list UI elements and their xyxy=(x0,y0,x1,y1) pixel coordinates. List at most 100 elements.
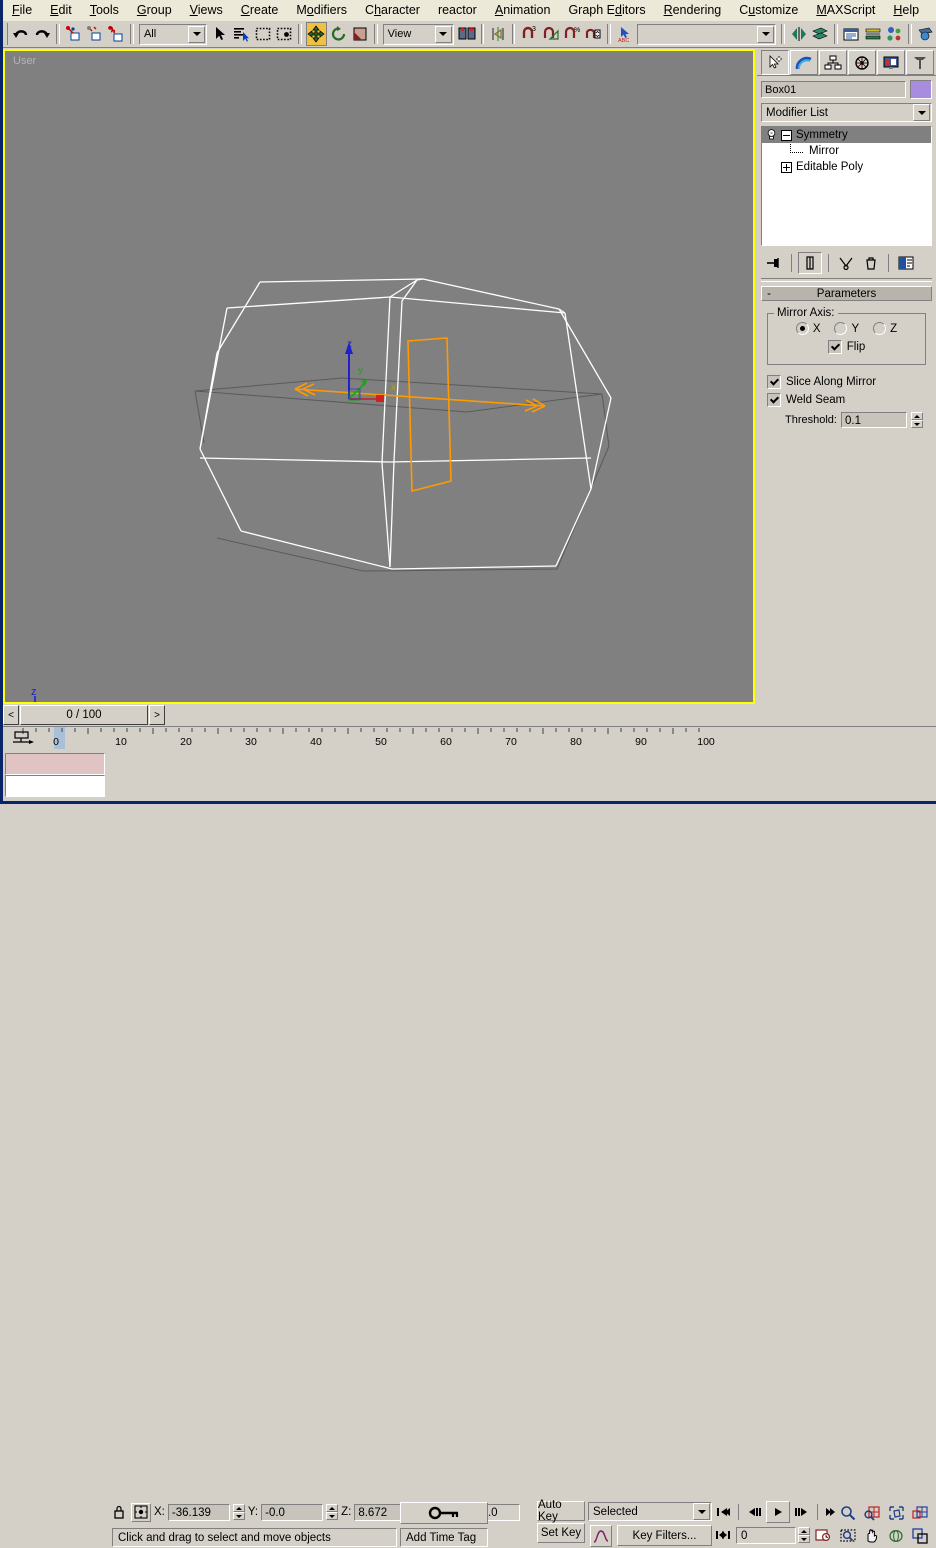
material-editor-button[interactable] xyxy=(915,23,935,45)
chevron-down-icon[interactable] xyxy=(913,104,930,121)
mini-listener-output[interactable] xyxy=(5,753,105,775)
menu-maxscript[interactable]: MAXScript xyxy=(807,1,884,20)
current-frame-field[interactable]: 0 xyxy=(736,1526,796,1544)
utilities-tab[interactable] xyxy=(906,50,934,75)
menu-animation[interactable]: Animation xyxy=(486,1,560,20)
spinner-down[interactable] xyxy=(910,420,923,428)
undo-button[interactable] xyxy=(11,23,31,45)
menu-modifiers[interactable]: Modifiers xyxy=(287,1,356,20)
time-slider[interactable]: < 0 / 100 > xyxy=(3,705,755,725)
use-pivot-point-center-button[interactable] xyxy=(456,23,477,45)
snaps-toggle-button[interactable]: 3 xyxy=(519,23,539,45)
stack-item-editable-poly[interactable]: Editable Poly xyxy=(762,159,931,175)
select-object-button[interactable] xyxy=(210,23,230,45)
mirror-button[interactable] xyxy=(488,23,508,45)
menu-help[interactable]: Help xyxy=(884,1,928,20)
menu-group[interactable]: Group xyxy=(128,1,181,20)
menu-character[interactable]: Character xyxy=(356,1,429,20)
named-selection-set-combo[interactable] xyxy=(637,23,777,45)
selection-lock-button[interactable] xyxy=(110,1505,128,1520)
menu-graph-editors[interactable]: Graph Editors xyxy=(559,1,654,20)
reference-coordinate-system-combo[interactable]: View xyxy=(382,23,454,45)
light-bulb-icon[interactable] xyxy=(766,129,777,141)
stack-item-symmetry[interactable]: Symmetry xyxy=(762,127,931,143)
spinner-snap-toggle-button[interactable] xyxy=(583,23,604,45)
coord-y-field[interactable]: -0.0 xyxy=(261,1503,324,1521)
menu-rendering[interactable]: Rendering xyxy=(655,1,731,20)
unlink-selection-button[interactable] xyxy=(85,23,105,45)
zoom-button[interactable] xyxy=(836,1501,860,1524)
mirror-selected-objects-button[interactable] xyxy=(788,23,809,45)
checkbox-weld-seam[interactable]: Weld Seam xyxy=(767,393,926,407)
align-button[interactable] xyxy=(810,23,830,45)
time-slider-next-button[interactable]: > xyxy=(149,705,165,725)
user-viewport[interactable]: User z y x z xyxy=(3,49,755,704)
object-color-swatch[interactable] xyxy=(910,80,932,99)
threshold-spinner[interactable] xyxy=(910,412,923,428)
radio-axis-x[interactable]: X xyxy=(795,322,820,335)
checkbox-slice-along-mirror[interactable]: Slice Along Mirror xyxy=(767,375,926,389)
hierarchy-tab[interactable] xyxy=(819,50,847,75)
select-and-uniform-scale-button[interactable] xyxy=(350,23,370,45)
coord-x-field[interactable]: -36.139 xyxy=(167,1503,230,1521)
modifier-stack[interactable]: Symmetry Mirror Editable Poly xyxy=(761,126,932,246)
select-and-link-button[interactable] xyxy=(63,23,84,45)
select-and-move-button[interactable] xyxy=(305,22,328,46)
select-and-rotate-button[interactable] xyxy=(329,23,349,45)
key-filters-button[interactable]: Key Filters... xyxy=(617,1525,712,1546)
chevron-down-icon[interactable] xyxy=(757,25,775,43)
go-to-start-button[interactable] xyxy=(712,1502,734,1522)
make-unique-button[interactable] xyxy=(835,253,857,273)
collapse-toggle-icon[interactable] xyxy=(781,129,792,141)
key-filter-selection-combo[interactable]: Selected xyxy=(588,1502,712,1521)
previous-frame-button[interactable] xyxy=(743,1502,765,1522)
spinner-down[interactable] xyxy=(798,1535,810,1543)
display-tab[interactable] xyxy=(877,50,905,75)
add-time-tag-button[interactable]: Add Time Tag xyxy=(400,1528,488,1547)
bind-to-space-warp-button[interactable] xyxy=(106,23,127,45)
time-slider-prev-button[interactable]: < xyxy=(3,705,19,725)
maximize-viewport-button[interactable] xyxy=(908,1524,932,1547)
menu-customize[interactable]: Customize xyxy=(730,1,807,20)
time-slider-handle[interactable]: 0 / 100 xyxy=(20,705,148,725)
spinner-up[interactable] xyxy=(910,412,923,420)
auto-key-button[interactable]: Auto Key xyxy=(537,1499,585,1523)
motion-tab[interactable] xyxy=(848,50,876,75)
menu-file[interactable]: File xyxy=(3,1,41,20)
key-toggle-button[interactable] xyxy=(400,1502,488,1524)
select-by-name-button[interactable] xyxy=(231,23,251,45)
spinner-down[interactable] xyxy=(326,1512,339,1520)
create-tab[interactable] xyxy=(761,50,789,75)
modifier-list-combo[interactable]: Modifier List xyxy=(761,103,932,122)
stack-item-mirror[interactable]: Mirror xyxy=(762,143,931,159)
spinner-up[interactable] xyxy=(232,1504,245,1512)
spinner-down[interactable] xyxy=(232,1512,245,1520)
track-view-key-icon[interactable] xyxy=(9,730,37,746)
menu-create[interactable]: Create xyxy=(232,1,288,20)
rectangular-selection-region-button[interactable] xyxy=(253,23,273,45)
set-key-curve-button[interactable] xyxy=(590,1525,612,1547)
radio-axis-z[interactable]: Z xyxy=(873,322,897,335)
region-zoom-button[interactable] xyxy=(836,1524,860,1547)
time-configuration-button[interactable] xyxy=(812,1525,834,1545)
viewport-canvas[interactable]: z y x z y x xyxy=(5,51,753,702)
selection-filter-combo[interactable]: All xyxy=(138,23,208,45)
radio-axis-y[interactable]: Y xyxy=(834,322,859,335)
absolute-relative-transform-toggle[interactable] xyxy=(131,1502,151,1522)
menu-edit[interactable]: Edit xyxy=(41,1,81,20)
menu-tools[interactable]: Tools xyxy=(81,1,128,20)
expand-toggle-icon[interactable] xyxy=(781,161,792,173)
parameters-rollout-header[interactable]: - Parameters xyxy=(761,286,932,301)
coord-x-spinner[interactable] xyxy=(232,1504,245,1520)
current-frame-spinner[interactable] xyxy=(798,1527,810,1543)
percent-snap-toggle-button[interactable]: % xyxy=(562,23,582,45)
chevron-down-icon[interactable] xyxy=(188,25,206,43)
angle-snap-toggle-button[interactable] xyxy=(540,23,561,45)
show-end-result-button[interactable] xyxy=(798,252,822,274)
pin-stack-button[interactable] xyxy=(763,253,785,273)
curve-editor-button[interactable] xyxy=(862,23,883,45)
redo-button[interactable] xyxy=(32,23,53,45)
play-animation-button[interactable] xyxy=(766,1501,790,1523)
configure-modifier-sets-button[interactable] xyxy=(895,253,917,273)
chevron-down-icon[interactable] xyxy=(693,1503,710,1520)
